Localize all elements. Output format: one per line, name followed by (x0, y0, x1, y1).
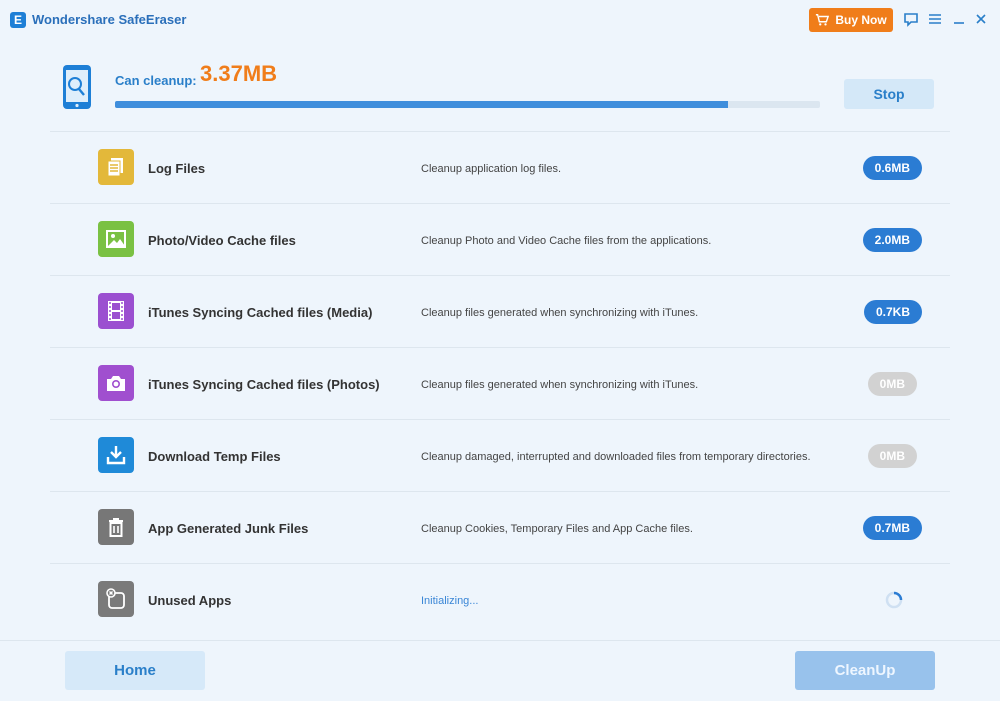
junk-item-description: Cleanup application log files. (421, 163, 562, 175)
minimize-icon (954, 22, 964, 24)
junk-item-name: App Generated Junk Files (148, 521, 309, 536)
stop-button[interactable]: Stop (844, 79, 934, 109)
junk-item-description: Initializing... (421, 595, 479, 607)
chat-icon (904, 13, 918, 27)
size-badge: 0MB (867, 372, 917, 396)
close-icon (976, 14, 986, 24)
scan-progress-bar (115, 101, 820, 108)
junk-item-row[interactable]: App Generated Junk Files Cleanup Cookies,… (50, 491, 950, 563)
app-title: Wondershare SafeEraser (32, 12, 187, 27)
junk-item-name: Photo/Video Cache files (148, 233, 296, 248)
download-icon (98, 437, 134, 473)
junk-file-list: Log Files Cleanup application log files. 0… (50, 131, 950, 635)
buy-now-label: Buy Now (835, 13, 887, 27)
loading-spinner-icon (885, 591, 903, 609)
junk-item-row[interactable]: Unused Apps Initializing... (50, 563, 950, 635)
title-bar: E Wondershare SafeEraser Buy Now (0, 0, 1000, 40)
junk-item-description: Cleanup damaged, interrupted and downloa… (421, 451, 811, 463)
log-files-icon (98, 149, 134, 185)
junk-item-row[interactable]: Log Files Cleanup application log files. 0… (50, 131, 950, 203)
size-badge[interactable]: 2.0MB (862, 228, 922, 252)
junk-item-row[interactable]: Photo/Video Cache files Cleanup Photo and… (50, 203, 950, 275)
camera-icon (98, 365, 134, 401)
junk-item-description: Cleanup files generated when synchronizi… (421, 379, 699, 391)
unused-apps-icon (98, 581, 134, 617)
photo-video-icon (98, 221, 134, 257)
scan-progress-fill (115, 101, 729, 108)
feedback-button[interactable] (903, 11, 919, 27)
cleanup-button[interactable]: CleanUp (795, 651, 935, 690)
junk-item-row[interactable]: iTunes Syncing Cached files (Photos) Clea… (50, 347, 950, 419)
menu-icon (929, 14, 941, 24)
junk-item-name: iTunes Syncing Cached files (Media) (148, 305, 373, 320)
footer: Home CleanUp (0, 640, 1000, 701)
home-button[interactable]: Home (65, 651, 205, 690)
can-cleanup-label: Can cleanup: (115, 73, 197, 88)
junk-item-description: Cleanup Cookies, Temporary Files and App… (421, 523, 693, 535)
junk-item-name: Log Files (148, 161, 206, 176)
app-logo-icon: E (10, 12, 26, 28)
size-badge[interactable]: 0.7KB (863, 300, 922, 324)
size-badge[interactable]: 0.7MB (862, 516, 922, 540)
junk-item-row[interactable]: iTunes Syncing Cached files (Media) Clean… (50, 275, 950, 347)
film-icon (98, 293, 134, 329)
junk-item-description: Cleanup files generated when synchronizi… (421, 307, 699, 319)
junk-item-row[interactable]: Download Temp Files Cleanup damaged, inte… (50, 419, 950, 491)
buy-now-button[interactable]: Buy Now (809, 8, 893, 32)
cart-icon (816, 14, 830, 26)
menu-button[interactable] (927, 11, 943, 27)
phone-scan-icon (63, 65, 91, 109)
minimize-button[interactable] (951, 11, 967, 27)
junk-item-name: Unused Apps (148, 593, 232, 608)
can-cleanup-value: 3.37MB (200, 61, 278, 86)
junk-item-description: Cleanup Photo and Video Cache files from… (421, 235, 712, 247)
close-button[interactable] (973, 11, 989, 27)
size-badge[interactable]: 0.6MB (862, 156, 922, 180)
junk-item-name: Download Temp Files (148, 449, 281, 464)
junk-item-name: iTunes Syncing Cached files (Photos) (148, 377, 380, 392)
size-badge: 0MB (867, 444, 917, 468)
trash-icon (98, 509, 134, 545)
